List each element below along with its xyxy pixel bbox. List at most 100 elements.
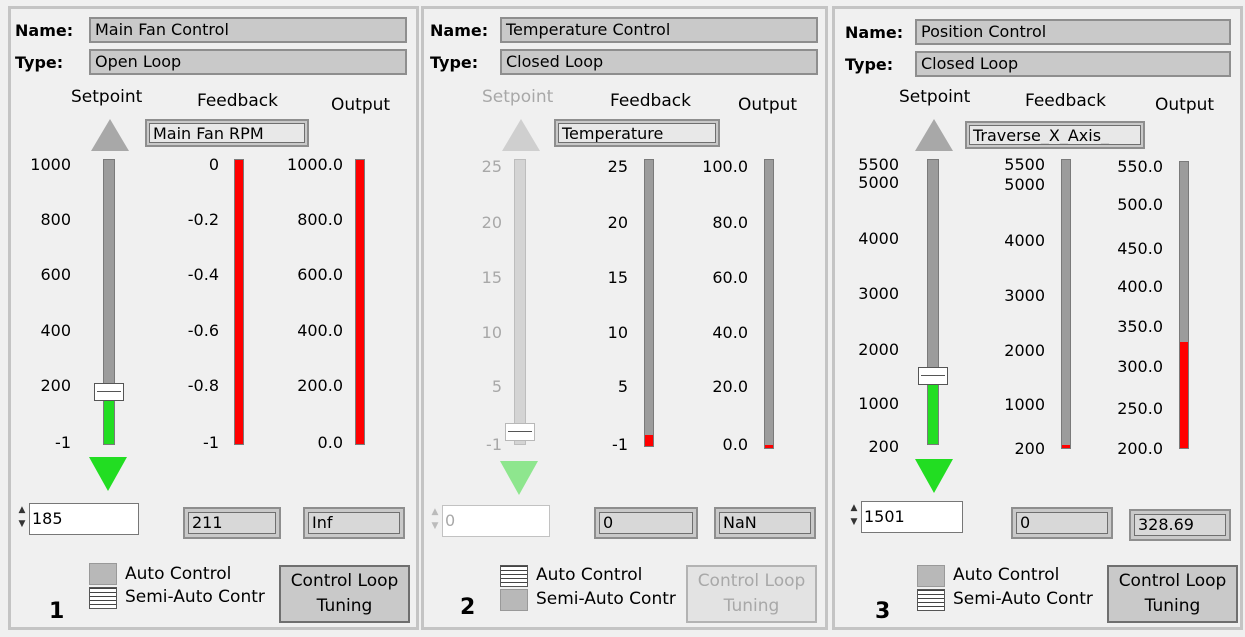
output-tick: 450.0 [1117,239,1163,258]
output-value: 328.69 [1134,514,1226,536]
control-loop-tuning-button[interactable]: Control Loop Tuning [1107,565,1238,623]
output-header: Output [1155,95,1215,115]
feedback-tick: 25 [607,157,628,176]
feedback-header: Feedback [610,91,691,111]
panel-number: 2 [460,595,476,620]
setpoint-decrement-arrow-icon[interactable] [89,457,127,491]
feedback-indicator: 211 [183,507,281,539]
spin-down-icon[interactable]: ▼ [17,517,27,531]
output-tick: 350.0 [1117,317,1163,336]
feedback-bar [234,159,244,445]
control-loop-tuning-button[interactable]: Control Loop Tuning [686,565,817,623]
setpoint-input[interactable]: 1501 [861,501,963,533]
setpoint-tick: 5500 [858,155,899,174]
loop-name-field: Main Fan Control [89,17,407,43]
setpoint-slider-thumb[interactable] [918,367,948,385]
feedback-channel-select[interactable]: Main Fan RPM [145,119,309,147]
feedback-tick: 0 [208,155,219,174]
output-bar [764,159,774,449]
semi-auto-control-label: Semi-Auto Contr [953,589,1093,609]
feedback-bar [1061,159,1071,449]
feedback-header: Feedback [197,91,278,111]
button-label-line1: Control Loop [697,571,806,591]
setpoint-tick: 15 [481,268,502,287]
setpoint-slider-thumb[interactable] [505,423,535,441]
name-label: Name: [430,21,489,40]
setpoint-input[interactable]: 0 [442,505,550,537]
setpoint-tick: -1 [55,433,71,452]
output-tick: 250.0 [1117,399,1163,418]
output-tick: 20.0 [712,377,748,396]
setpoint-decrement-arrow-icon[interactable] [500,461,538,495]
feedback-bar-fill [645,434,653,446]
setpoint-input[interactable]: 185 [29,503,139,535]
feedback-value: 211 [188,512,276,534]
setpoint-tick: 600 [40,265,71,284]
setpoint-decrement-arrow-icon[interactable] [915,459,953,493]
control-panel-3: Name: Position Control Type: Closed Loop… [832,6,1243,630]
semi-auto-control-label: Semi-Auto Contr [125,587,265,607]
semi-auto-control-label: Semi-Auto Contr [536,589,676,609]
feedback-tick: -0.8 [187,376,219,395]
auto-control-radio[interactable] [500,565,528,587]
spin-up-icon[interactable]: ▲ [849,501,859,515]
feedback-tick: 5 [617,377,628,396]
button-label-line2: Tuning [316,596,373,616]
setpoint-slider-thumb[interactable] [94,383,124,401]
setpoint-increment-arrow-icon[interactable] [915,119,953,151]
loop-type-field: Open Loop [89,49,407,75]
semi-auto-control-radio[interactable] [917,589,945,611]
setpoint-tick: 400 [40,321,71,340]
button-label-line1: Control Loop [290,571,399,591]
type-label: Type: [845,55,894,74]
setpoint-slider-track[interactable] [514,159,526,445]
setpoint-slider-track[interactable] [103,159,115,445]
output-bar-fill [356,160,364,444]
feedback-indicator: 0 [1011,507,1113,539]
auto-control-label: Auto Control [536,565,643,585]
output-value: NaN [719,512,811,534]
spin-down-icon[interactable]: ▼ [430,519,440,533]
type-label: Type: [430,53,479,72]
setpoint-tick: -1 [486,435,502,454]
output-indicator: NaN [714,507,816,539]
name-label: Name: [845,23,904,42]
spin-up-icon[interactable]: ▲ [17,503,27,517]
output-tick: 80.0 [712,213,748,232]
setpoint-spinner[interactable]: ▲ ▼ [849,501,859,533]
spin-up-icon[interactable]: ▲ [430,505,440,519]
feedback-value: 0 [599,512,693,534]
setpoint-tick: 5000 [858,173,899,192]
feedback-channel-value: Traverse_X_Axis_ [969,125,1141,145]
setpoint-tick: 3000 [858,284,899,303]
feedback-tick: -0.4 [187,265,219,284]
feedback-indicator: 0 [594,507,698,539]
control-loop-tuning-button[interactable]: Control Loop Tuning [279,565,410,623]
output-indicator: Inf [303,507,405,539]
setpoint-tick: 10 [481,323,502,342]
feedback-channel-select[interactable]: Temperature [554,119,720,147]
auto-control-radio[interactable] [89,563,117,585]
loop-name-field: Temperature Control [500,17,818,43]
auto-control-radio[interactable] [917,565,945,587]
setpoint-slider-track[interactable] [927,159,939,445]
auto-control-label: Auto Control [125,564,232,584]
setpoint-increment-arrow-icon[interactable] [502,119,540,151]
output-tick: 100.0 [702,157,748,176]
output-bar-fill [1180,342,1188,448]
setpoint-increment-arrow-icon[interactable] [91,119,129,151]
output-tick: 1000.0 [287,155,343,174]
feedback-channel-select[interactable]: Traverse_X_Axis_ [965,121,1145,149]
setpoint-spinner[interactable]: ▲ ▼ [430,505,440,537]
setpoint-spinner[interactable]: ▲ ▼ [17,503,27,535]
output-tick: 60.0 [712,268,748,287]
semi-auto-control-radio[interactable] [500,589,528,611]
feedback-tick: -1 [612,435,628,454]
setpoint-tick: 1000 [30,155,71,174]
setpoint-header: Setpoint [482,87,554,107]
setpoint-tick: 1000 [858,394,899,413]
spin-down-icon[interactable]: ▼ [849,515,859,529]
output-header: Output [738,95,798,115]
feedback-tick: 15 [607,268,628,287]
semi-auto-control-radio[interactable] [89,587,117,609]
